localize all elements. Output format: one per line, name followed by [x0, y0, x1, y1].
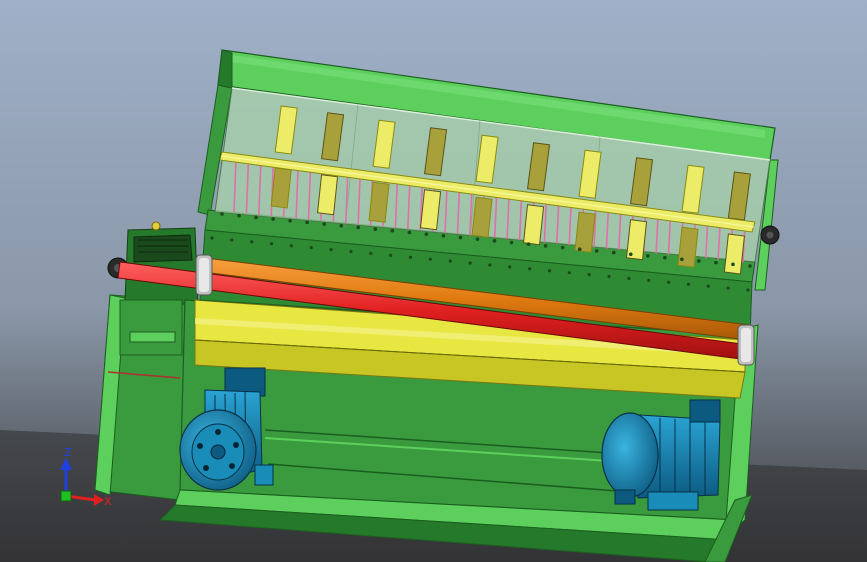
bolt: [237, 213, 241, 218]
bolt: [488, 263, 492, 267]
bolt: [666, 280, 671, 284]
bolt: [349, 249, 353, 254]
bolt: [329, 247, 333, 252]
bolt: [369, 251, 373, 256]
clamp-plate: [723, 233, 745, 275]
model-view[interactable]: Z X: [0, 0, 867, 562]
bolt: [448, 259, 452, 263]
cad-viewport[interactable]: Z X: [0, 0, 867, 562]
bolt: [254, 215, 258, 220]
clamp-plate: [317, 174, 339, 216]
bolt: [424, 232, 429, 236]
bolt: [611, 250, 616, 255]
bolt: [373, 227, 378, 231]
bolt: [663, 255, 667, 260]
bolt: [408, 255, 413, 259]
bolt: [646, 254, 650, 258]
bolt: [628, 252, 633, 257]
bolt: [528, 267, 532, 271]
bolt: [356, 225, 361, 230]
bolt: [627, 276, 631, 281]
clamp-plate: [677, 226, 699, 268]
bolt: [731, 262, 735, 267]
bolt: [560, 245, 565, 250]
bolt: [305, 220, 309, 225]
clamp-plate: [270, 167, 292, 209]
bolt: [468, 261, 472, 265]
bolt: [594, 249, 599, 253]
bolt: [492, 239, 497, 243]
bolt: [475, 237, 480, 241]
bolt: [567, 271, 571, 275]
bolt: [250, 240, 254, 244]
bolt: [390, 228, 395, 233]
x-axis-label: X: [104, 495, 112, 508]
bolt: [339, 223, 344, 228]
bolt: [686, 282, 691, 286]
bolt: [441, 234, 446, 238]
clamp-plate: [574, 211, 596, 253]
bolt: [428, 257, 432, 261]
bolt: [509, 240, 514, 245]
bolt: [508, 265, 512, 269]
bolt: [322, 222, 326, 226]
right-motor[interactable]: [601, 399, 721, 511]
bolt: [458, 235, 463, 240]
bolt: [577, 247, 582, 252]
bolt: [230, 238, 234, 242]
bolt: [220, 212, 224, 216]
bolt: [748, 264, 752, 268]
clamp-plate: [368, 181, 390, 223]
z-axis-label: Z: [64, 446, 72, 459]
bolt: [407, 230, 412, 235]
bolt: [289, 244, 294, 248]
bolt: [607, 274, 611, 279]
bolt: [587, 272, 591, 277]
clamp-plate: [523, 204, 545, 246]
bolt: [288, 218, 292, 223]
bolt: [543, 244, 548, 248]
bolt: [547, 269, 552, 273]
bolt: [714, 260, 718, 265]
bolt: [706, 284, 710, 288]
bolt: [210, 236, 214, 240]
bolt: [389, 253, 393, 257]
bolt: [309, 246, 313, 250]
bolt: [746, 288, 750, 292]
bolt: [647, 278, 651, 282]
bolt: [526, 242, 531, 246]
clamp-plate: [420, 189, 442, 231]
triad-origin: [60, 490, 72, 502]
bolt: [271, 217, 275, 221]
bolt: [269, 242, 274, 246]
bolt: [680, 257, 684, 262]
bolt: [697, 259, 701, 263]
clamp-plate: [471, 196, 493, 238]
bolt: [726, 286, 730, 290]
